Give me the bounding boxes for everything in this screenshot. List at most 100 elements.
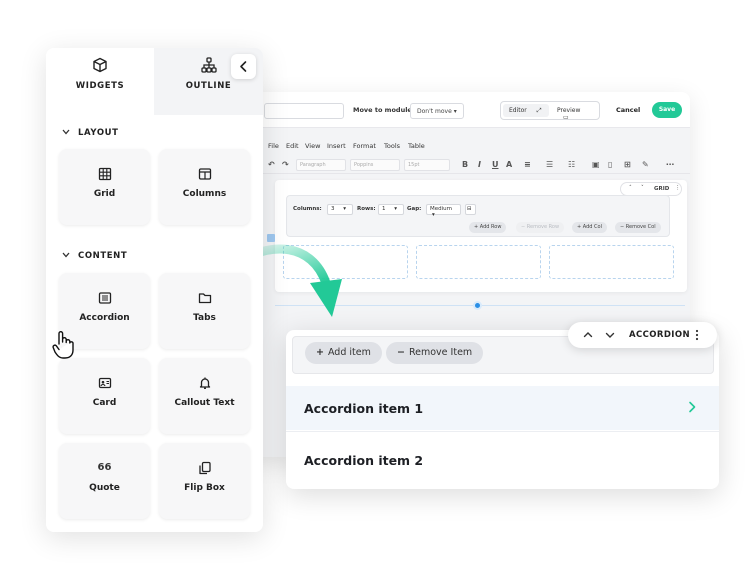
widget-grid[interactable]: Grid [59,149,150,225]
section-layout-header[interactable]: LAYOUT [62,128,119,138]
editor-top-bar: Move to module: Don't move ▾ Editor ⤢ Pr… [240,92,690,128]
widget-tabs-label: Tabs [193,313,216,323]
widget-card-label: Card [92,398,117,408]
widget-accordion-label: Accordion [79,313,130,323]
accordion-item[interactable]: Accordion item 1 [286,386,719,430]
section-content-header[interactable]: CONTENT [62,251,127,261]
accordion-floating-toolbar: ACCORDION [568,322,717,348]
rows-select[interactable]: 1 ▾ [378,204,404,215]
chevron-down-icon [62,252,70,258]
chevron-down-icon: ▾ [432,212,435,218]
widget-flip-box[interactable]: Flip Box [159,443,250,519]
section-layout-title: LAYOUT [78,128,119,138]
add-row-button[interactable]: + Add Row [469,222,507,233]
widget-tabs[interactable]: Tabs [159,273,250,349]
section-content-title: CONTENT [78,251,128,261]
widget-columns[interactable]: Columns [159,149,250,225]
copy-icon [198,461,211,475]
chevron-down-icon[interactable]: ˅ [641,185,644,191]
widget-flip-box-label: Flip Box [184,483,225,493]
remove-col-button[interactable]: − Remove Col [615,222,661,233]
menu-table[interactable]: Table [408,142,425,150]
editor-tab[interactable]: Editor ⤢ [503,104,549,117]
grid-mini-toolbar: ˄ ˅ GRID ⋮ [620,182,682,196]
italic-icon[interactable]: I [478,160,481,169]
collapse-panel-button[interactable] [231,54,256,79]
card-icon [98,377,111,389]
menu-insert[interactable]: Insert [327,142,346,150]
chevron-up-icon[interactable] [583,330,593,340]
grid-settings-icon[interactable]: ⊟ [465,204,476,215]
more-icon[interactable]: ⋯ [666,160,674,169]
document-icon[interactable]: ▯ [608,160,612,169]
move-to-module-select[interactable]: Don't move ▾ [410,103,464,119]
menu-tools[interactable]: Tools [384,142,400,150]
grid-cell[interactable] [549,245,674,279]
numbered-list-icon[interactable]: ☷ [568,160,575,169]
columns-select[interactable]: 3 ▾ [327,204,353,215]
accordion-widget: + Add item − Remove Item Accordion item 1 … [286,330,719,489]
grid-settings-toolbar: Columns: 3 ▾ Rows: 1 ▾ Gap: Medium ▾ ⊟ +… [286,195,670,237]
align-icon[interactable]: ≡ [524,160,531,169]
grid-cell[interactable] [416,245,541,279]
rows-value: 1 [382,206,386,212]
redo-icon[interactable]: ↷ [282,160,289,169]
save-button[interactable]: Save [652,102,682,118]
sitemap-icon [200,57,217,73]
move-to-module-value: Don't move [417,108,452,115]
tab-widgets[interactable]: WIDGETS [46,48,154,115]
undo-icon[interactable]: ↶ [268,160,275,169]
cancel-button[interactable]: Cancel [616,106,640,114]
preview-tab-label: Preview [557,107,581,114]
widget-callout-text-label: Callout Text [174,398,235,408]
widget-quote-label: Quote [89,483,120,493]
minus-icon: − [397,347,405,358]
widget-quote[interactable]: 66 Quote [59,443,150,519]
chevron-down-icon[interactable] [605,330,615,340]
chevron-left-icon [240,61,247,72]
grid-icon [98,167,111,181]
add-col-button[interactable]: + Add Col [572,222,607,233]
highlight-icon[interactable]: ✎ [642,160,649,169]
widget-card[interactable]: Card [59,358,150,434]
image-icon[interactable]: ▣ [592,160,600,169]
add-item-button[interactable]: + Add item [305,342,382,364]
move-to-module-label: Move to module: [353,106,415,114]
menu-edit[interactable]: Edit [286,142,299,150]
gap-select[interactable]: Medium ▾ [426,204,461,218]
accordion-item[interactable]: Accordion item 2 [286,438,719,482]
text-color-icon[interactable]: A [506,160,512,169]
tab-outline-label: OUTLINE [185,81,232,91]
chevron-up-icon[interactable]: ˄ [629,185,632,191]
bullet-list-icon[interactable]: ☰ [546,160,553,169]
block-format-select[interactable]: Paragraph [296,159,346,171]
menu-format[interactable]: Format [353,142,376,150]
remove-item-button[interactable]: − Remove Item [386,342,484,364]
editor-menu-bar: File Edit View Insert Format Tools Table [240,142,690,154]
kebab-menu-icon[interactable]: ⋮ [675,185,681,191]
bold-icon[interactable]: B [462,160,468,169]
underline-icon[interactable]: U [492,160,499,169]
preview-tab[interactable]: Preview ▭ [551,104,599,121]
table-icon[interactable]: ⊞ [624,160,631,169]
font-family-select[interactable]: Poppins [350,159,400,171]
columns-value: 3 [331,206,335,212]
kebab-menu-icon[interactable] [694,329,700,341]
title-input[interactable] [264,103,344,119]
chevron-right-icon[interactable] [686,401,698,413]
accordion-item-title: Accordion item 2 [304,453,424,468]
accordion-item-title: Accordion item 1 [304,401,424,416]
insert-point-dot[interactable] [473,301,482,310]
bell-icon [199,377,210,389]
font-size-select[interactable]: 15pt [404,159,450,171]
plus-icon: + [316,347,324,358]
chevron-down-icon [62,129,70,135]
menu-file[interactable]: File [268,142,279,150]
columns-label: Columns: [293,206,322,212]
divider [286,431,719,432]
widget-callout-text[interactable]: Callout Text [159,358,250,434]
remove-row-button[interactable]: − Remove Row [516,222,565,233]
menu-view[interactable]: View [305,142,320,150]
accordion-icon [98,292,111,304]
hand-cursor-icon [52,331,74,359]
